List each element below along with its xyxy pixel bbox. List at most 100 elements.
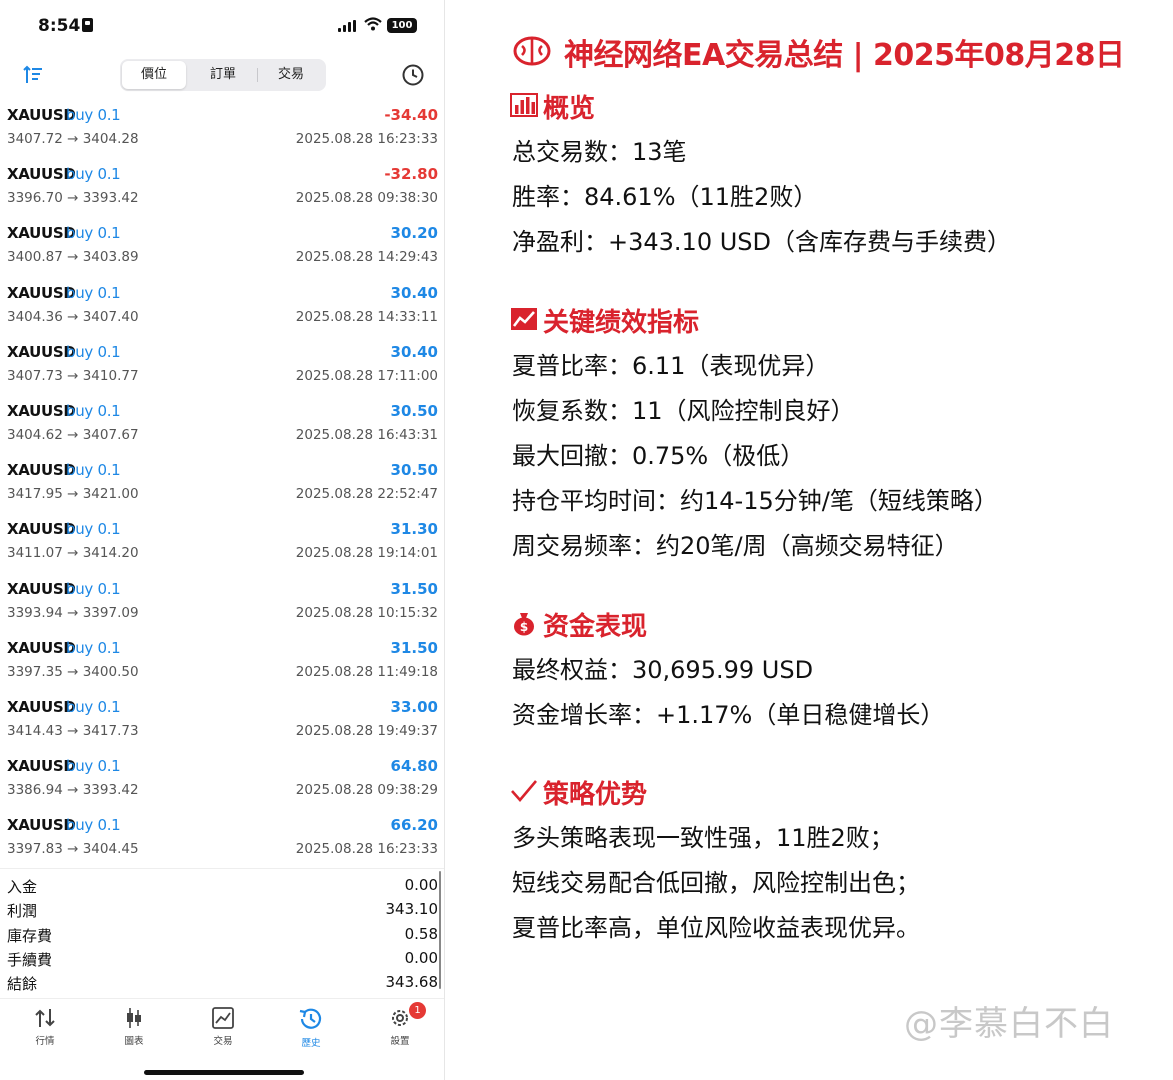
mt-history-screen: 8:54 100 價位 訂單 交易 XAUUSD buy 0.1 -34.40 340… <box>0 0 445 1080</box>
tab-settings[interactable]: 1 設置 <box>365 1002 435 1051</box>
summary-label: 入金 <box>7 878 38 896</box>
check-mark-icon <box>511 780 537 802</box>
trade-row[interactable]: XAUUSD buy 0.1 33.00 3414.43 → 3417.73 2025.… <box>0 695 444 754</box>
trade-side: buy 0.1 <box>66 165 121 184</box>
wifi-icon <box>364 16 382 35</box>
section-title: 策略优势 <box>543 780 648 810</box>
trade-row[interactable]: XAUUSD buy 0.1 31.30 3411.07 → 3414.20 2025.… <box>0 517 444 576</box>
trade-side: buy 0.1 <box>66 283 121 302</box>
summary-value: 343.68 <box>385 973 439 992</box>
bottom-tab-bar: 行情 圖表 交易 歷史 1 設置 <box>0 998 444 1059</box>
summary-line: 夏普比率高，单位风险收益表现优异。 <box>512 914 920 942</box>
summary-row: 入金 0.00 <box>0 873 444 897</box>
history-icon <box>299 1008 322 1029</box>
trade-prices: 3397.83 → 3404.45 <box>7 841 139 858</box>
trade-row[interactable]: XAUUSD buy 0.1 -34.40 3407.72 → 3404.28 2025… <box>0 103 444 162</box>
trade-side: buy 0.1 <box>66 816 121 835</box>
trade-row[interactable]: XAUUSD buy 0.1 30.20 3400.87 → 3403.89 2025.… <box>0 221 444 280</box>
candlestick-icon <box>127 1008 141 1028</box>
tab-settings-label: 設置 <box>390 1036 410 1047</box>
trade-profit: 30.50 <box>390 461 438 480</box>
status-time: 8:54 <box>38 16 81 36</box>
summary-line: 净盈利：+343.10 USD（含库存费与手续费） <box>512 228 1011 256</box>
trade-side: buy 0.1 <box>66 697 121 716</box>
summary-label: 庫存費 <box>7 926 53 945</box>
trade-prices: 3411.07 → 3414.20 <box>7 545 139 562</box>
trade-history-list: XAUUSD buy 0.1 -34.40 3407.72 → 3404.28 2025… <box>0 103 444 872</box>
tab-quotes[interactable]: 行情 <box>10 1005 80 1051</box>
trade-prices: 3397.35 → 3400.50 <box>7 663 139 680</box>
trade-profit: -34.40 <box>384 106 438 124</box>
summary-line: 持仓平均时间：约14-15分钟/笔（短线策略） <box>512 487 998 515</box>
trade-prices: 3404.62 → 3407.67 <box>7 426 139 443</box>
tab-chart[interactable]: 圖表 <box>99 1005 169 1051</box>
trade-profit: -32.80 <box>384 165 438 184</box>
tab-deals[interactable]: 交易 <box>258 61 324 89</box>
trade-time: 2025.08.28 14:33:11 <box>295 308 438 325</box>
trade-profit: 64.80 <box>390 757 438 776</box>
trade-time: 2025.08.28 10:15:32 <box>295 604 438 621</box>
trade-time: 2025.08.28 11:49:18 <box>295 663 438 680</box>
trade-time: 2025.08.28 19:49:37 <box>295 722 438 739</box>
summary-value: 0.00 <box>404 948 438 967</box>
trade-row[interactable]: XAUUSD buy 0.1 30.40 3407.73 → 3410.77 2025.… <box>0 340 444 399</box>
trade-row[interactable]: XAUUSD buy 0.1 31.50 3393.94 → 3397.09 2025.… <box>0 577 444 636</box>
section-title: 概览 <box>543 94 596 124</box>
trade-side: buy 0.1 <box>66 520 121 539</box>
tab-orders[interactable]: 訂單 <box>190 61 256 89</box>
tab-history[interactable]: 歷史 <box>276 1005 346 1051</box>
sort-segmented-control: 價位 訂單 交易 <box>120 59 326 91</box>
trade-profit: 31.50 <box>390 638 438 657</box>
trade-time: 2025.08.28 09:38:30 <box>295 190 438 207</box>
trade-time: 2025.08.28 19:14:01 <box>295 545 438 562</box>
trade-time: 2025.08.28 09:38:29 <box>295 782 438 799</box>
trade-time: 2025.08.28 16:23:33 <box>295 841 438 858</box>
trade-row[interactable]: XAUUSD buy 0.1 -32.80 3396.70 → 3393.42 2025… <box>0 162 444 221</box>
trade-side: buy 0.1 <box>66 342 121 361</box>
quotes-icon <box>35 1009 55 1027</box>
money-bag-icon: $ <box>514 613 534 636</box>
account-summary: 入金 0.00 利潤 343.10 庫存費 0.58 手續費 0.00 結餘 343.68 <box>0 868 444 995</box>
trade-profit: 30.40 <box>390 283 438 302</box>
summary-line: 夏普比率：6.11（表现优异） <box>512 352 830 380</box>
trade-prices: 3414.43 → 3417.73 <box>7 722 139 739</box>
summary-row: 手續費 0.00 <box>0 946 444 970</box>
trade-prices: 3417.95 → 3421.00 <box>7 486 139 503</box>
summary-row: 結餘 343.68 <box>0 970 444 994</box>
trade-prices: 3407.72 → 3404.28 <box>7 131 139 147</box>
trade-row[interactable]: XAUUSD buy 0.1 31.50 3397.35 → 3400.50 2025.… <box>0 636 444 695</box>
trade-row[interactable]: XAUUSD buy 0.1 64.80 3386.94 → 3393.42 2025.… <box>0 754 444 813</box>
tab-history-label: 歷史 <box>301 1038 321 1049</box>
trade-prices: 3407.73 → 3410.77 <box>7 367 139 384</box>
trade-side: buy 0.1 <box>66 579 121 598</box>
trade-prices: 3393.94 → 3397.09 <box>7 604 139 621</box>
summary-label: 結餘 <box>7 975 38 994</box>
tab-price[interactable]: 價位 <box>122 61 186 89</box>
summary-label: 手續費 <box>7 950 53 969</box>
trade-time: 2025.08.28 16:43:31 <box>295 426 438 443</box>
trade-row[interactable]: XAUUSD buy 0.1 30.50 3404.62 → 3407.67 2025.… <box>0 399 444 458</box>
trade-time: 2025.08.28 16:23:33 <box>295 131 438 147</box>
summary-row: 利潤 343.10 <box>0 897 444 921</box>
cellular-signal-icon <box>338 20 358 32</box>
trade-profit: 66.20 <box>390 816 438 835</box>
sort-icon[interactable] <box>22 64 44 86</box>
home-indicator <box>144 1070 304 1075</box>
notification-badge: 1 <box>409 1002 426 1019</box>
summary-line: 短线交易配合低回撤，风险控制出色； <box>512 869 920 897</box>
trade-prices: 3400.87 → 3403.89 <box>7 249 139 266</box>
summary-value: 0.58 <box>404 924 438 943</box>
tab-trade-label: 交易 <box>213 1036 233 1047</box>
trade-row[interactable]: XAUUSD buy 0.1 66.20 3397.83 → 3404.45 2025.… <box>0 813 444 872</box>
lock-icon <box>82 18 93 32</box>
trade-side: buy 0.1 <box>66 401 121 420</box>
watermark: @李慕白不白 <box>904 1004 1114 1044</box>
clock-icon[interactable] <box>401 63 425 87</box>
summary-line: 资金增长率：+1.17%（单日稳健增长） <box>512 701 945 729</box>
trade-side: buy 0.1 <box>66 757 121 776</box>
trade-row[interactable]: XAUUSD buy 0.1 30.40 3404.36 → 3407.40 2025.… <box>0 281 444 340</box>
tab-trade[interactable]: 交易 <box>188 1005 258 1051</box>
summary-line: 总交易数：13笔 <box>512 138 687 166</box>
bar-chart-icon <box>510 93 538 117</box>
trade-row[interactable]: XAUUSD buy 0.1 30.50 3417.95 → 3421.00 2025.… <box>0 458 444 517</box>
